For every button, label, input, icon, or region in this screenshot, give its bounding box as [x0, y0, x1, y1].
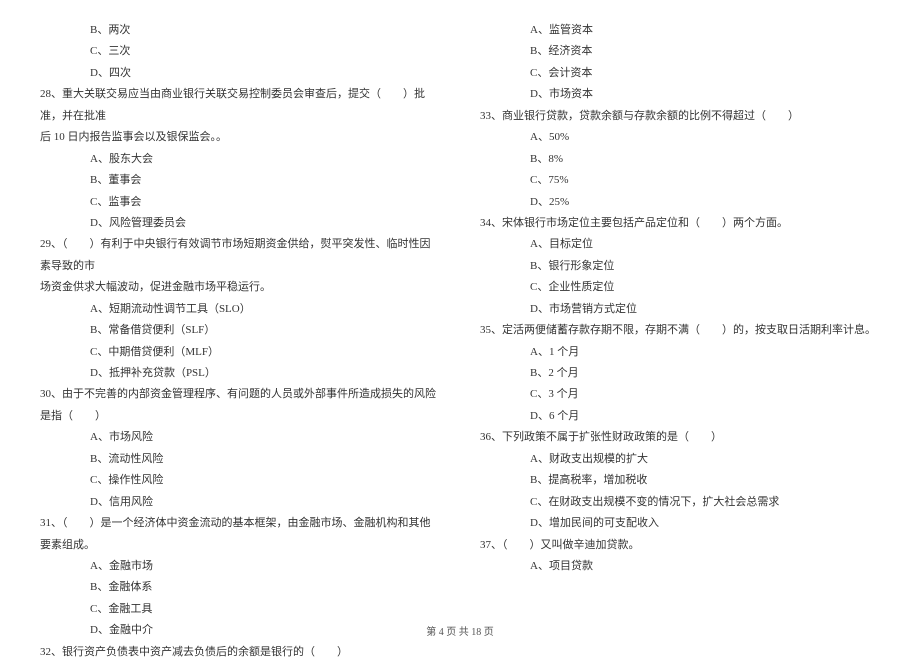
question-36: 36、下列政策不属于扩张性财政政策的是（ ） [480, 427, 880, 448]
option-item: A、金融市场 [40, 556, 440, 577]
option-item: C、3 个月 [480, 384, 880, 405]
option-item: C、操作性风险 [40, 470, 440, 491]
option-item: A、市场风险 [40, 427, 440, 448]
option-item: D、市场营销方式定位 [480, 299, 880, 320]
option-item: D、25% [480, 192, 880, 213]
question-37: 37、（ ）又叫做辛迪加贷款。 [480, 535, 880, 556]
question-32: 32、银行资产负债表中资产减去负债后的余额是银行的（ ） [40, 642, 440, 663]
option-item: D、增加民间的可支配收入 [480, 513, 880, 534]
option-item: C、在财政支出规模不变的情况下，扩大社会总需求 [480, 492, 880, 513]
option-item: C、企业性质定位 [480, 277, 880, 298]
option-item: A、50% [480, 127, 880, 148]
option-item: B、8% [480, 149, 880, 170]
option-item: A、短期流动性调节工具（SLO） [40, 299, 440, 320]
option-item: B、流动性风险 [40, 449, 440, 470]
question-33: 33、商业银行贷款，贷款余额与存款余额的比例不得超过（ ） [480, 106, 880, 127]
option-item: D、信用风险 [40, 492, 440, 513]
option-item: C、三次 [40, 41, 440, 62]
option-item: B、银行形象定位 [480, 256, 880, 277]
option-item: B、提高税率，增加税收 [480, 470, 880, 491]
option-item: C、会计资本 [480, 63, 880, 84]
question-35: 35、定活两便储蓄存款存期不限，存期不满（ ）的，按支取日活期利率计息。 [480, 320, 880, 341]
option-item: A、监管资本 [480, 20, 880, 41]
question-28: 28、重大关联交易应当由商业银行关联交易控制委员会审查后，提交（ ）批准，并在批… [40, 84, 440, 127]
question-30: 30、由于不完善的内部资金管理程序、有问题的人员或外部事件所造成损失的风险是指（… [40, 384, 440, 427]
question-31: 31、（ ）是一个经济体中资金流动的基本框架，由金融市场、金融机构和其他要素组成… [40, 513, 440, 556]
option-item: D、风险管理委员会 [40, 213, 440, 234]
option-item: C、中期借贷便利（MLF） [40, 342, 440, 363]
option-item: A、项目贷款 [480, 556, 880, 577]
option-item: D、市场资本 [480, 84, 880, 105]
left-column: B、两次 C、三次 D、四次 28、重大关联交易应当由商业银行关联交易控制委员会… [40, 20, 440, 600]
option-item: C、金融工具 [40, 599, 440, 620]
option-item: B、常备借贷便利（SLF） [40, 320, 440, 341]
page-footer: 第 4 页 共 18 页 [0, 623, 920, 638]
option-item: A、财政支出规模的扩大 [480, 449, 880, 470]
content-columns: B、两次 C、三次 D、四次 28、重大关联交易应当由商业银行关联交易控制委员会… [40, 20, 880, 600]
option-item: D、6 个月 [480, 406, 880, 427]
option-item: B、2 个月 [480, 363, 880, 384]
option-item: D、抵押补充贷款（PSL） [40, 363, 440, 384]
question-29: 29、（ ）有利于中央银行有效调节市场短期资金供给，熨平突发性、临时性因素导致的… [40, 234, 440, 277]
option-item: B、两次 [40, 20, 440, 41]
question-28-cont: 后 10 日内报告监事会以及银保监会。。 [40, 127, 440, 148]
option-item: A、1 个月 [480, 342, 880, 363]
option-item: B、金融体系 [40, 577, 440, 598]
option-item: B、经济资本 [480, 41, 880, 62]
question-34: 34、宋体银行市场定位主要包括产品定位和（ ）两个方面。 [480, 213, 880, 234]
option-item: A、目标定位 [480, 234, 880, 255]
option-item: D、四次 [40, 63, 440, 84]
right-column: A、监管资本 B、经济资本 C、会计资本 D、市场资本 33、商业银行贷款，贷款… [480, 20, 880, 600]
question-29-cont: 场资金供求大幅波动，促进金融市场平稳运行。 [40, 277, 440, 298]
option-item: C、75% [480, 170, 880, 191]
option-item: C、监事会 [40, 192, 440, 213]
option-item: A、股东大会 [40, 149, 440, 170]
option-item: B、董事会 [40, 170, 440, 191]
